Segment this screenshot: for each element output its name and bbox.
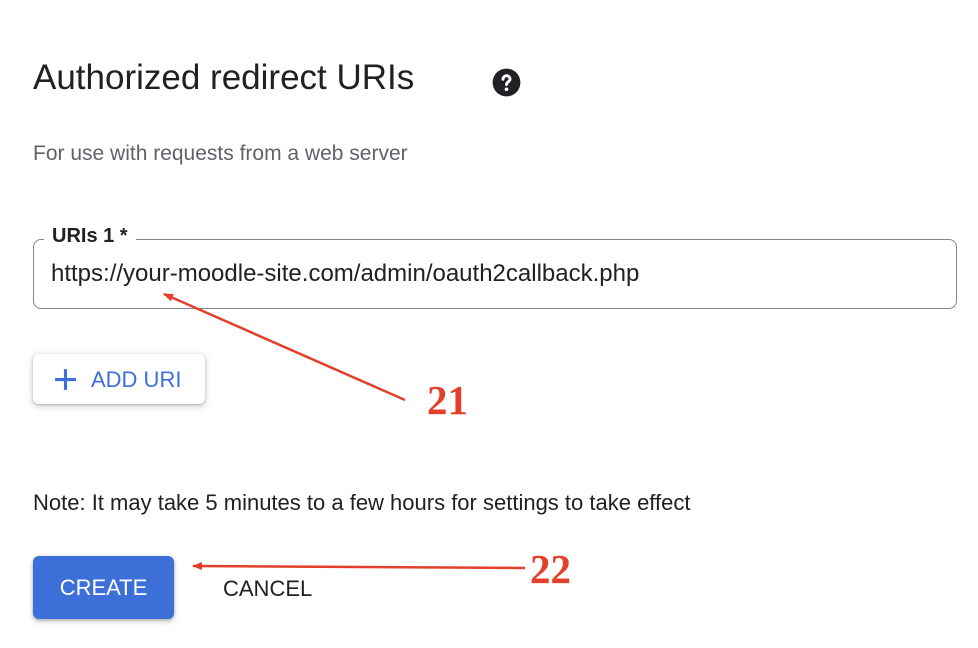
plus-icon xyxy=(55,369,76,390)
annotation-label-21: 21 xyxy=(427,377,468,423)
create-label: CREATE xyxy=(59,575,148,600)
settings-note: Note: It may take 5 minutes to a few hou… xyxy=(33,490,691,515)
help-circle-icon[interactable] xyxy=(492,68,521,97)
page-title: Authorized redirect URIs xyxy=(33,58,415,97)
create-button[interactable]: CREATE xyxy=(33,556,174,619)
uri-field[interactable]: URIs 1 * xyxy=(33,225,957,309)
add-uri-label: ADD URI xyxy=(91,367,182,392)
cancel-button[interactable]: CANCEL xyxy=(208,565,336,611)
uri-input[interactable] xyxy=(51,259,931,289)
cancel-label: CANCEL xyxy=(223,576,313,601)
annotation-label-22: 22 xyxy=(530,546,571,592)
uri-field-label: URIs 1 * xyxy=(44,225,136,248)
add-uri-button[interactable]: ADD URI xyxy=(33,354,205,404)
section-subtitle: For use with requests from a web server xyxy=(33,142,408,165)
